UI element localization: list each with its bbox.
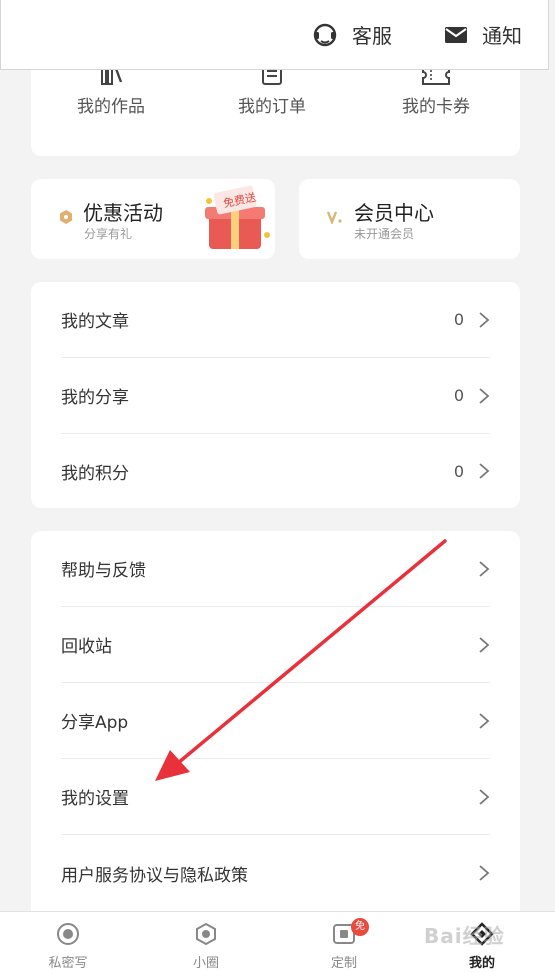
promotion-subtitle: 分享有礼 xyxy=(84,227,133,241)
my-orders-item[interactable]: 我的订单 xyxy=(197,64,347,117)
my-settings-label: 我的设置 xyxy=(61,789,129,809)
tab-private-write[interactable]: 私密写 xyxy=(23,922,113,971)
chevron-right-icon xyxy=(479,311,490,328)
customer-service-label: 客服 xyxy=(352,24,392,48)
custom-badge: 免 xyxy=(351,918,369,936)
share-app-label: 分享App xyxy=(61,713,129,733)
help-feedback-row[interactable]: 帮助与反馈 xyxy=(61,531,490,607)
notification-button[interactable]: 通知 xyxy=(444,20,522,49)
member-center-subtitle: 未开通会员 xyxy=(354,227,415,241)
my-points-label: 我的积分 xyxy=(61,463,129,484)
gift-box-icon: 免费送 xyxy=(205,185,270,249)
my-points-row[interactable]: 我的积分 0 xyxy=(61,433,490,509)
chevron-right-icon xyxy=(479,788,490,805)
chevron-right-icon xyxy=(479,636,490,653)
hexagon-icon xyxy=(196,922,216,946)
my-works-label: 我的作品 xyxy=(77,97,145,117)
chevron-right-icon xyxy=(479,387,490,404)
watermark: Bai经验 xyxy=(424,924,505,948)
record-icon xyxy=(57,923,79,945)
share-app-row[interactable]: 分享App xyxy=(61,683,490,759)
tab-custom[interactable]: 免 定制 xyxy=(299,918,389,971)
tab-circle-label: 小圈 xyxy=(192,956,219,971)
member-center-title: 会员中心 xyxy=(354,201,434,225)
promotion-card[interactable]: 优惠活动 分享有礼 免费送 xyxy=(31,179,275,259)
tab-circle[interactable]: 小圈 xyxy=(161,922,251,971)
envelope-icon xyxy=(445,26,467,43)
user-agreement-label: 用户服务协议与隐私政策 xyxy=(61,865,248,886)
notification-label: 通知 xyxy=(482,24,522,48)
tab-mine-label: 我的 xyxy=(468,956,495,971)
settings-list: 帮助与反馈 回收站 分享App 我的设置 用户服务协议与隐私政策 xyxy=(31,531,520,921)
recycle-bin-label: 回收站 xyxy=(61,637,112,657)
headset-icon xyxy=(313,23,337,46)
my-settings-row[interactable]: 我的设置 xyxy=(61,759,490,835)
recycle-bin-row[interactable]: 回收站 xyxy=(61,607,490,683)
my-works-item[interactable]: 我的作品 xyxy=(36,64,186,117)
my-coupons-label: 我的卡券 xyxy=(402,97,470,117)
chevron-right-icon xyxy=(479,865,490,881)
member-center-card[interactable]: 会员中心 未开通会员 xyxy=(299,179,520,259)
user-agreement-row[interactable]: 用户服务协议与隐私政策 xyxy=(61,835,490,911)
chevron-right-icon xyxy=(479,712,490,729)
my-articles-label: 我的文章 xyxy=(61,312,129,332)
my-articles-count: 0 xyxy=(453,310,464,329)
coin-icon xyxy=(59,209,73,228)
chevron-right-icon xyxy=(479,463,490,479)
my-coupons-item[interactable]: 我的卡券 xyxy=(361,64,511,117)
my-articles-row[interactable]: 我的文章 0 xyxy=(61,282,490,358)
chevron-right-icon xyxy=(479,560,490,577)
my-points-count: 0 xyxy=(453,461,464,481)
stats-list: 我的文章 0 我的分享 0 我的积分 0 xyxy=(31,282,520,508)
help-feedback-label: 帮助与反馈 xyxy=(61,561,146,581)
my-shares-count: 0 xyxy=(453,386,464,405)
my-orders-label: 我的订单 xyxy=(238,97,306,117)
tab-private-write-label: 私密写 xyxy=(48,956,88,971)
my-shares-label: 我的分享 xyxy=(61,388,129,408)
customer-service-button[interactable]: 客服 xyxy=(312,20,392,49)
promotion-title: 优惠活动 xyxy=(83,201,163,225)
top-bar: 客服 通知 xyxy=(0,0,549,70)
vip-icon xyxy=(326,209,343,228)
my-shares-row[interactable]: 我的分享 0 xyxy=(61,358,490,434)
tab-custom-label: 定制 xyxy=(330,956,357,971)
